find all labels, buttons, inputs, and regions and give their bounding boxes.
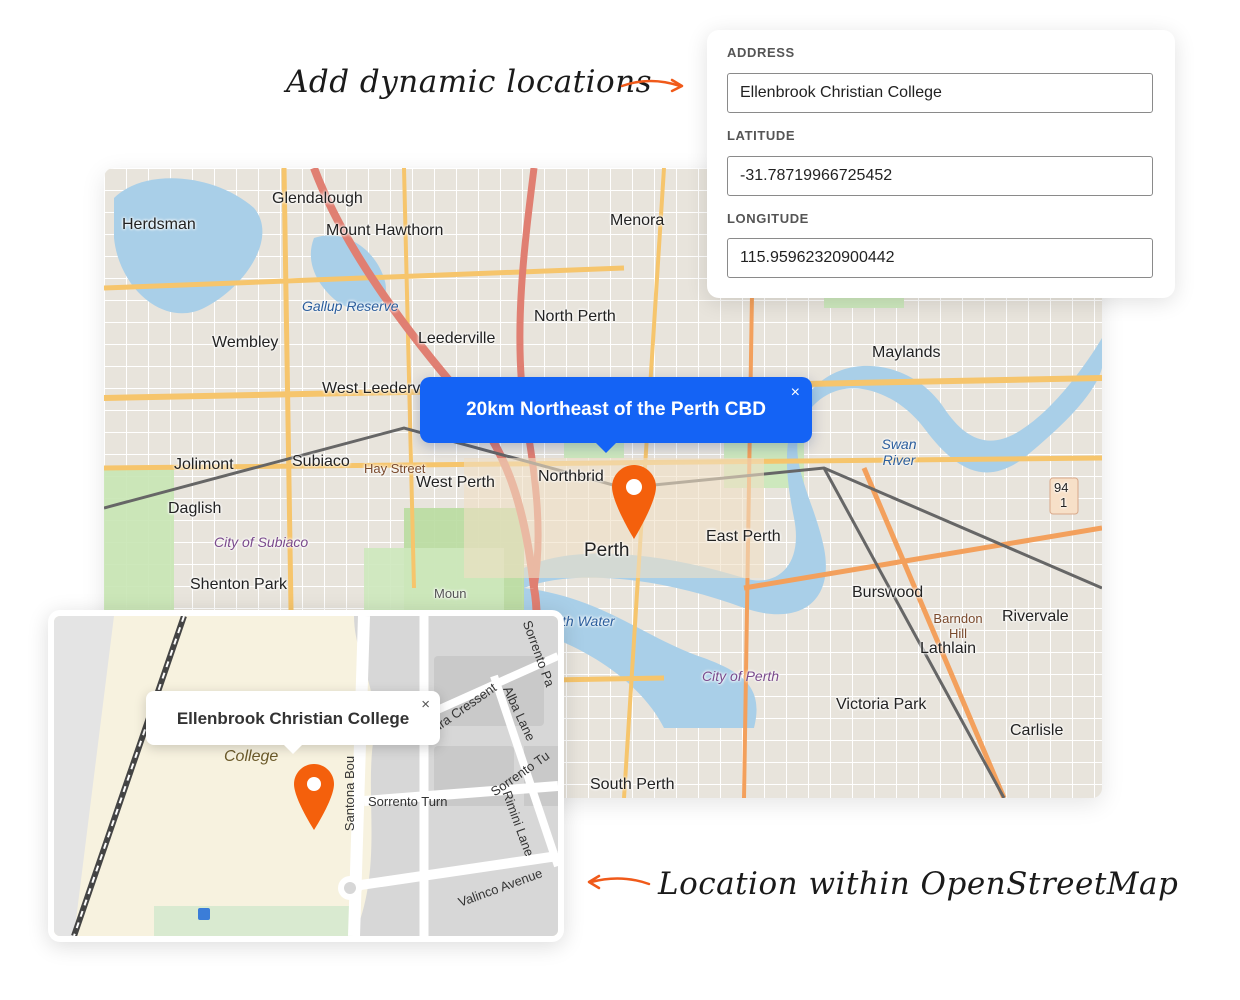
map-label-shenton-park: Shenton Park bbox=[190, 576, 287, 593]
map-label-mount-hawthorn: Mount Hawthorn bbox=[326, 222, 444, 239]
latitude-input[interactable] bbox=[727, 156, 1153, 196]
map-label-rivervale: Rivervale bbox=[1002, 608, 1069, 625]
map-popup-text: 20km Northeast of the Perth CBD bbox=[466, 399, 766, 420]
map-label-victoria-park: Victoria Park bbox=[836, 696, 927, 713]
popup-tail bbox=[596, 443, 616, 453]
bus-stop-icon bbox=[198, 908, 210, 920]
map-label-city-of-perth: City of Perth bbox=[702, 668, 780, 684]
map-label-barndon-hill: Barndon Hill bbox=[933, 611, 983, 641]
map-label-wembley: Wembley bbox=[212, 334, 279, 351]
arrow-left-icon bbox=[587, 874, 651, 890]
map-label-north-perth: North Perth bbox=[534, 308, 616, 325]
map-label-northbridge: Northbrid bbox=[538, 468, 604, 485]
map-label-swan-river: Swan River bbox=[881, 436, 917, 468]
map-label-herdsman: Herdsman bbox=[122, 216, 196, 233]
close-icon[interactable]: × bbox=[791, 384, 800, 402]
inset-label-santona-boulevard: Santona Bou bbox=[342, 755, 358, 832]
close-icon[interactable]: × bbox=[421, 696, 430, 713]
inset-label-college: College bbox=[224, 748, 279, 765]
map-label-subiaco: Subiaco bbox=[292, 453, 350, 470]
map-label-glendalough: Glendalough bbox=[272, 190, 363, 207]
map-label-burswood: Burswood bbox=[852, 584, 924, 601]
address-input[interactable] bbox=[727, 73, 1153, 113]
annotation-location-within-openstreetmap: Location within OpenStreetMap bbox=[658, 866, 1179, 902]
map-label-lathlain: Lathlain bbox=[920, 640, 977, 657]
map-label-leederville: Leederville bbox=[418, 330, 496, 347]
map-label-west-perth: West Perth bbox=[416, 474, 495, 491]
inset-label-sorrento-turn: Sorrento Turn bbox=[368, 794, 448, 809]
longitude-input[interactable] bbox=[727, 238, 1153, 278]
map-popup-distance: 20km Northeast of the Perth CBD × bbox=[420, 377, 812, 453]
map-label-daglish: Daglish bbox=[168, 500, 222, 517]
map-label-menora: Menora bbox=[610, 212, 665, 229]
map-label-west-leederville: West Leederv bbox=[322, 380, 421, 397]
map-label-route-1: 1 bbox=[1060, 495, 1068, 510]
map-label-maylands: Maylands bbox=[872, 344, 941, 361]
inset-map[interactable]: College Sorrento Turn Sorrento Tu Sorren… bbox=[48, 610, 564, 942]
inset-popup-location: Ellenbrook Christian College × bbox=[146, 691, 440, 754]
map-label-route-94: 94 bbox=[1054, 480, 1069, 495]
arrow-right-icon bbox=[620, 78, 684, 93]
map-label-east-perth: East Perth bbox=[706, 528, 781, 545]
annotation-add-dynamic-locations: Add dynamic locations bbox=[286, 64, 653, 100]
map-label-city-of-subiaco: City of Subiaco bbox=[214, 534, 309, 550]
location-form-card: ADDRESS LATITUDE LONGITUDE bbox=[707, 30, 1175, 298]
map-label-perth: Perth bbox=[584, 540, 630, 561]
inset-popup-text: Ellenbrook Christian College bbox=[176, 709, 410, 728]
map-label-south-perth: South Perth bbox=[590, 776, 675, 793]
inset-map-view[interactable]: College Sorrento Turn Sorrento Tu Sorren… bbox=[54, 616, 558, 936]
map-label-mount: Moun bbox=[434, 586, 467, 601]
map-label-gallup-reserve: Gallup Reserve bbox=[302, 298, 399, 314]
map-label-jolimont: Jolimont bbox=[174, 456, 234, 473]
map-label-carlisle: Carlisle bbox=[1010, 722, 1064, 739]
address-label: ADDRESS bbox=[727, 45, 795, 60]
latitude-label: LATITUDE bbox=[727, 128, 796, 143]
popup-tail bbox=[284, 745, 302, 754]
map-label-perth-water: th Water bbox=[562, 613, 615, 629]
longitude-label: LONGITUDE bbox=[727, 211, 809, 226]
